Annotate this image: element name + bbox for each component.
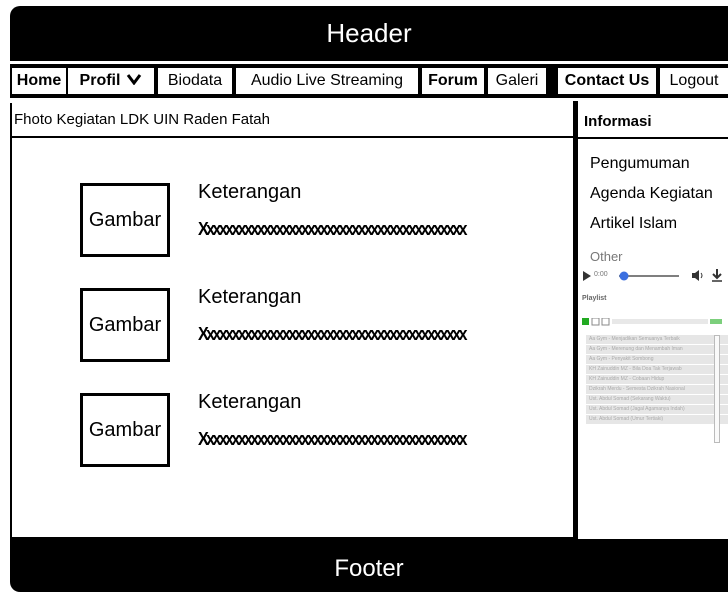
volume-icon[interactable]	[692, 270, 703, 281]
nav-item-contact-us[interactable]: Contact Us	[558, 68, 656, 94]
playlist-controls	[582, 315, 728, 326]
gallery-item: Gambar Keterangan Xxxxxxxxxxxxxxxxxxxxxx…	[80, 286, 510, 362]
playlist-item[interactable]: Ust. Abdul Somad (Umur Tertiaki)	[586, 415, 728, 424]
nav-item-forum[interactable]: Forum	[422, 68, 484, 94]
playlist-item[interactable]: KH Zainuddin MZ - Cobaan Hidup	[586, 375, 728, 384]
gallery-item: Gambar Keterangan Xxxxxxxxxxxxxxxxxxxxxx…	[80, 391, 510, 467]
image-placeholder[interactable]: Gambar	[80, 183, 170, 257]
sidebar-divider	[578, 137, 728, 139]
sidebar: Informasi Pengumuman Agenda Kegiatan Art…	[578, 103, 728, 539]
playlist-status-icon	[710, 319, 722, 324]
nav-item-profil[interactable]: Profil	[68, 68, 154, 94]
gallery-item: Gambar Keterangan Xxxxxxxxxxxxxxxxxxxxxx…	[80, 181, 510, 257]
sidebar-link-pengumuman[interactable]: Pengumuman	[590, 155, 690, 173]
sidebar-other-label: Other	[590, 249, 623, 264]
nav-bar: Home Profil Biodata Audio Live Streaming…	[10, 64, 728, 98]
download-icon[interactable]	[712, 269, 722, 282]
nav-item-galeri[interactable]: Galeri	[488, 68, 546, 94]
gallery-caption: Keterangan	[198, 181, 302, 203]
playlist-remove-icon	[601, 317, 610, 326]
playlist-item[interactable]: Aa Gym - Menjadikan Semuanya Terbaik	[586, 335, 728, 344]
progress-slider[interactable]	[619, 269, 679, 283]
player-time: 0:00	[594, 271, 608, 278]
gallery-text: Xxxxxxxxxxxxxxxxxxxxxxxxxxxxxxxxxxxxxxxx…	[198, 324, 468, 344]
nav-item-audio-live-streaming[interactable]: Audio Live Streaming	[236, 68, 418, 94]
chevron-down-icon	[126, 68, 142, 94]
sidebar-link-agenda-kegiatan[interactable]: Agenda Kegiatan	[590, 185, 713, 203]
main-content: Fhoto Kegiatan LDK UIN Raden Fatah Gamba…	[10, 103, 575, 539]
playlist-item[interactable]: KH Zainuddin MZ - Bila Doa Tak Terjawab	[586, 365, 728, 374]
playlist-item[interactable]: Aa Gym - Merenung dan Menambah Iman	[586, 345, 728, 354]
image-placeholder[interactable]: Gambar	[80, 393, 170, 467]
sidebar-link-artikel-islam[interactable]: Artikel Islam	[590, 215, 677, 233]
page-footer: Footer	[10, 539, 728, 592]
gallery-caption: Keterangan	[198, 391, 302, 413]
play-icon[interactable]	[583, 271, 591, 281]
playlist-search-bar	[612, 319, 708, 324]
gallery-text: Xxxxxxxxxxxxxxxxxxxxxxxxxxxxxxxxxxxxxxxx…	[198, 219, 468, 239]
sidebar-title: Informasi	[584, 113, 652, 130]
playlist-item[interactable]: Ust. Abdul Somad (Sekarang Waktu)	[586, 395, 728, 404]
playlist-item[interactable]: Dzikrah Merdu - Semesta Dzikrah Nasional	[586, 385, 728, 394]
playlist-item[interactable]: Ust. Abdul Somad (Jagal Agamanya Indah)	[586, 405, 728, 414]
playlist-select-icon	[591, 317, 600, 326]
page-frame: Header Home Profil Biodata Audio Live St…	[10, 6, 728, 592]
nav-item-biodata[interactable]: Biodata	[158, 68, 232, 94]
audio-player: 0:00	[583, 269, 728, 283]
page-header: Header	[10, 6, 728, 61]
page-title: Fhoto Kegiatan LDK UIN Raden Fatah	[12, 103, 575, 138]
nav-item-profil-label: Profil	[79, 72, 121, 90]
gallery-caption: Keterangan	[198, 286, 302, 308]
nav-item-logout[interactable]: Logout	[660, 68, 728, 94]
gallery-text: Xxxxxxxxxxxxxxxxxxxxxxxxxxxxxxxxxxxxxxxx…	[198, 429, 468, 449]
playlist-item[interactable]: Aa Gym - Penyakit Sombong	[586, 355, 728, 364]
playlist: Aa Gym - Menjadikan Semuanya Terbaik Aa …	[586, 335, 728, 425]
nav-item-home[interactable]: Home	[12, 68, 66, 94]
playlist-title: Playlist	[582, 295, 607, 302]
playlist-scrollbar[interactable]	[714, 335, 720, 443]
playlist-add-icon	[582, 318, 589, 325]
image-placeholder[interactable]: Gambar	[80, 288, 170, 362]
